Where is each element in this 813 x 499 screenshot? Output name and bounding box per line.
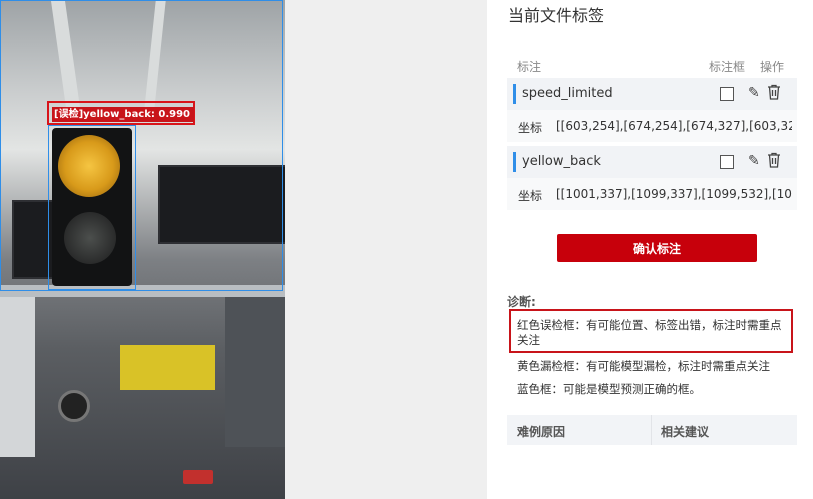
table-header-reason: 难例原因	[517, 425, 566, 439]
equipment-rack	[0, 297, 35, 457]
trash-icon[interactable]	[767, 84, 781, 100]
annotation-name: speed_limited	[522, 86, 613, 101]
table-header-suggestion: 相关建议	[661, 425, 710, 439]
pencil-icon[interactable]: ✎	[748, 153, 760, 169]
annotation-coords-row: 坐标 [[603,254],[674,254],[674,327],[603,3…	[507, 110, 797, 142]
column-header-operation: 操作	[760, 60, 785, 74]
reason-table-header: 难例原因 相关建议	[507, 415, 797, 445]
checkbox-icon[interactable]	[720, 87, 734, 101]
panel-title: 当前文件标签	[508, 6, 605, 25]
coords-label: 坐标	[518, 189, 543, 203]
canvas-gutter	[285, 0, 487, 499]
trash-icon[interactable]	[767, 152, 781, 168]
label-panel: 当前文件标签 标注 标注框 操作 speed_limited ✎ 坐标 [[60…	[487, 0, 813, 499]
annotation-color-bar	[513, 152, 516, 172]
annotation-color-bar	[513, 84, 516, 104]
cart-wheel	[58, 390, 90, 422]
diagnosis-title: 诊断:	[507, 295, 536, 309]
prediction-box-blue[interactable]	[0, 0, 283, 291]
coords-value: [[603,254],[674,254],[674,327],[603,32..…	[556, 119, 792, 133]
floor-object	[183, 470, 213, 484]
diagnosis-red-highlight: 红色误检框：有可能位置、标签出错，标注时需重点关注	[509, 309, 793, 353]
equipment-rack	[225, 297, 285, 447]
annotation-name: yellow_back	[522, 154, 601, 169]
prediction-box-blue[interactable]	[48, 125, 136, 290]
annotation-item[interactable]: yellow_back ✎	[507, 146, 797, 178]
column-divider	[651, 415, 652, 445]
checkbox-icon[interactable]	[720, 155, 734, 169]
diagnosis-yellow-text: 黄色漏检框：有可能模型漏检，标注时需重点关注	[517, 359, 770, 373]
column-header-annotation: 标注	[517, 60, 542, 74]
image-canvas[interactable]: [误检]yellow_back: 0.990	[0, 0, 285, 499]
yellow-cart	[120, 345, 215, 390]
annotation-coords-row: 坐标 [[1001,337],[1099,337],[1099,532],[10…	[507, 178, 797, 210]
pencil-icon[interactable]: ✎	[748, 85, 760, 101]
column-header-box: 标注框	[709, 60, 746, 74]
confirm-annotation-button[interactable]: 确认标注	[557, 234, 757, 262]
coords-label: 坐标	[518, 121, 543, 135]
annotation-item[interactable]: speed_limited ✎	[507, 78, 797, 110]
diagnosis-red-text: 红色误检框：有可能位置、标签出错，标注时需重点关注	[517, 318, 782, 347]
diagnosis-blue-text: 蓝色框：可能是模型预测正确的框。	[517, 382, 701, 396]
coords-value: [[1001,337],[1099,337],[1099,532],[10...	[556, 187, 792, 201]
detection-label: [误检]yellow_back: 0.990	[52, 107, 195, 122]
